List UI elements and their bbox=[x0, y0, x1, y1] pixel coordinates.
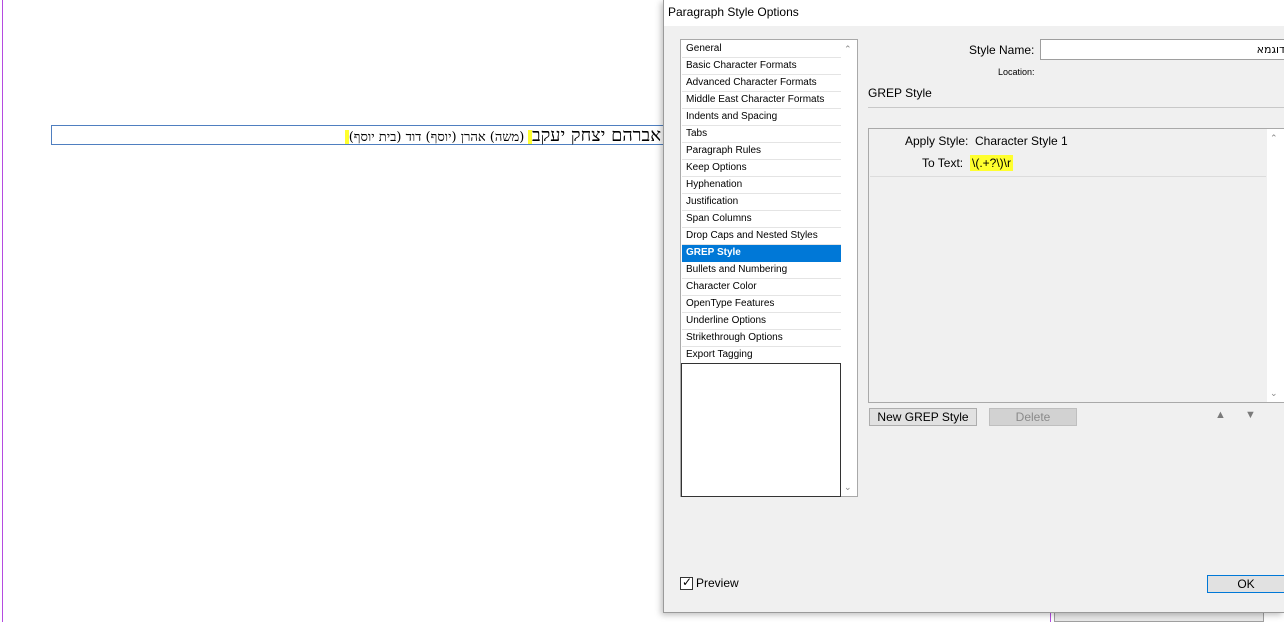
category-list-empty-area bbox=[681, 363, 841, 497]
category-item[interactable]: Tabs bbox=[682, 126, 841, 143]
category-item[interactable]: Keep Options bbox=[682, 160, 841, 177]
category-item[interactable]: Advanced Character Formats bbox=[682, 75, 841, 92]
scroll-down-icon[interactable]: ⌄ bbox=[844, 482, 852, 492]
category-item[interactable]: Underline Options bbox=[682, 313, 841, 330]
category-item[interactable]: GREP Style bbox=[682, 245, 841, 262]
move-up-icon[interactable]: ▲ bbox=[1215, 409, 1226, 421]
to-text-value[interactable]: \(.+?\)\r bbox=[970, 155, 1014, 171]
section-title: GREP Style bbox=[868, 86, 932, 100]
scroll-down-icon[interactable]: ⌄ bbox=[1270, 388, 1278, 398]
delete-button[interactable]: Delete bbox=[989, 408, 1077, 426]
category-item[interactable]: Span Columns bbox=[682, 211, 841, 228]
category-item[interactable]: Drop Caps and Nested Styles bbox=[682, 228, 841, 245]
category-item[interactable]: Export Tagging bbox=[682, 347, 841, 364]
location-label: Location: bbox=[998, 67, 1035, 77]
preview-checkbox[interactable]: ✓ bbox=[680, 574, 693, 590]
grep-scrollbar[interactable]: ⌃ ⌄ bbox=[1267, 129, 1284, 402]
preview-label: Preview bbox=[696, 576, 739, 590]
category-items: General Basic Character Formats Advanced C… bbox=[682, 41, 841, 364]
category-item[interactable]: Paragraph Rules bbox=[682, 143, 841, 160]
text-frame[interactable]: אברהם יצחק יעקב (משה) אהרן (יוסף) דוד (ב… bbox=[51, 125, 663, 146]
apply-style-label: Apply Style: bbox=[905, 134, 969, 148]
category-item[interactable]: Justification bbox=[682, 194, 841, 211]
scroll-up-icon[interactable]: ⌃ bbox=[844, 44, 852, 54]
text-names-plain: אברהם יצחק יעקב bbox=[532, 125, 661, 146]
grep-style-list[interactable]: Apply Style: Character Style 1 To Text: … bbox=[868, 128, 1284, 403]
category-item[interactable]: Indents and Spacing bbox=[682, 109, 841, 126]
category-scrollbar[interactable]: ⌃ ⌄ bbox=[841, 40, 857, 496]
new-grep-style-button[interactable]: New GREP Style bbox=[869, 408, 977, 426]
margin-guide-left bbox=[2, 0, 3, 622]
preview-checkbox-row[interactable]: ✓ Preview bbox=[680, 574, 739, 590]
category-item[interactable]: Strikethrough Options bbox=[682, 330, 841, 347]
ok-button[interactable]: OK bbox=[1207, 575, 1284, 593]
dialog-title: Paragraph Style Options bbox=[668, 5, 799, 19]
category-item[interactable]: Middle East Character Formats bbox=[682, 92, 841, 109]
category-item[interactable]: OpenType Features bbox=[682, 296, 841, 313]
category-list: General Basic Character Formats Advanced C… bbox=[680, 39, 858, 497]
category-item[interactable]: Bullets and Numbering bbox=[682, 262, 841, 279]
move-down-icon[interactable]: ▼ bbox=[1245, 409, 1256, 421]
scroll-up-icon[interactable]: ⌃ bbox=[1270, 133, 1278, 143]
style-name-input[interactable] bbox=[1040, 39, 1284, 60]
category-item[interactable]: Hyphenation bbox=[682, 177, 841, 194]
paragraph-style-options-dialog: Paragraph Style Options General Basic Cha… bbox=[663, 0, 1284, 613]
category-item[interactable]: Basic Character Formats bbox=[682, 58, 841, 75]
grep-row-divider bbox=[870, 176, 1266, 177]
document-scroll-thumb[interactable] bbox=[1054, 612, 1264, 622]
category-item[interactable]: Character Color bbox=[682, 279, 841, 296]
text-names-parenthesized: (משה) אהרן (יוסף) דוד (בית יוסף) bbox=[348, 130, 525, 145]
style-name-label: Style Name: bbox=[969, 43, 1035, 57]
frame-text-line: אברהם יצחק יעקב (משה) אהרן (יוסף) דוד (ב… bbox=[344, 125, 661, 146]
checkmark-icon: ✓ bbox=[682, 574, 693, 589]
category-item[interactable]: General bbox=[682, 41, 841, 58]
section-divider bbox=[868, 107, 1284, 108]
dialog-titlebar[interactable]: Paragraph Style Options bbox=[664, 0, 1284, 26]
apply-style-value[interactable]: Character Style 1 bbox=[975, 134, 1068, 148]
to-text-label: To Text: bbox=[922, 156, 964, 170]
